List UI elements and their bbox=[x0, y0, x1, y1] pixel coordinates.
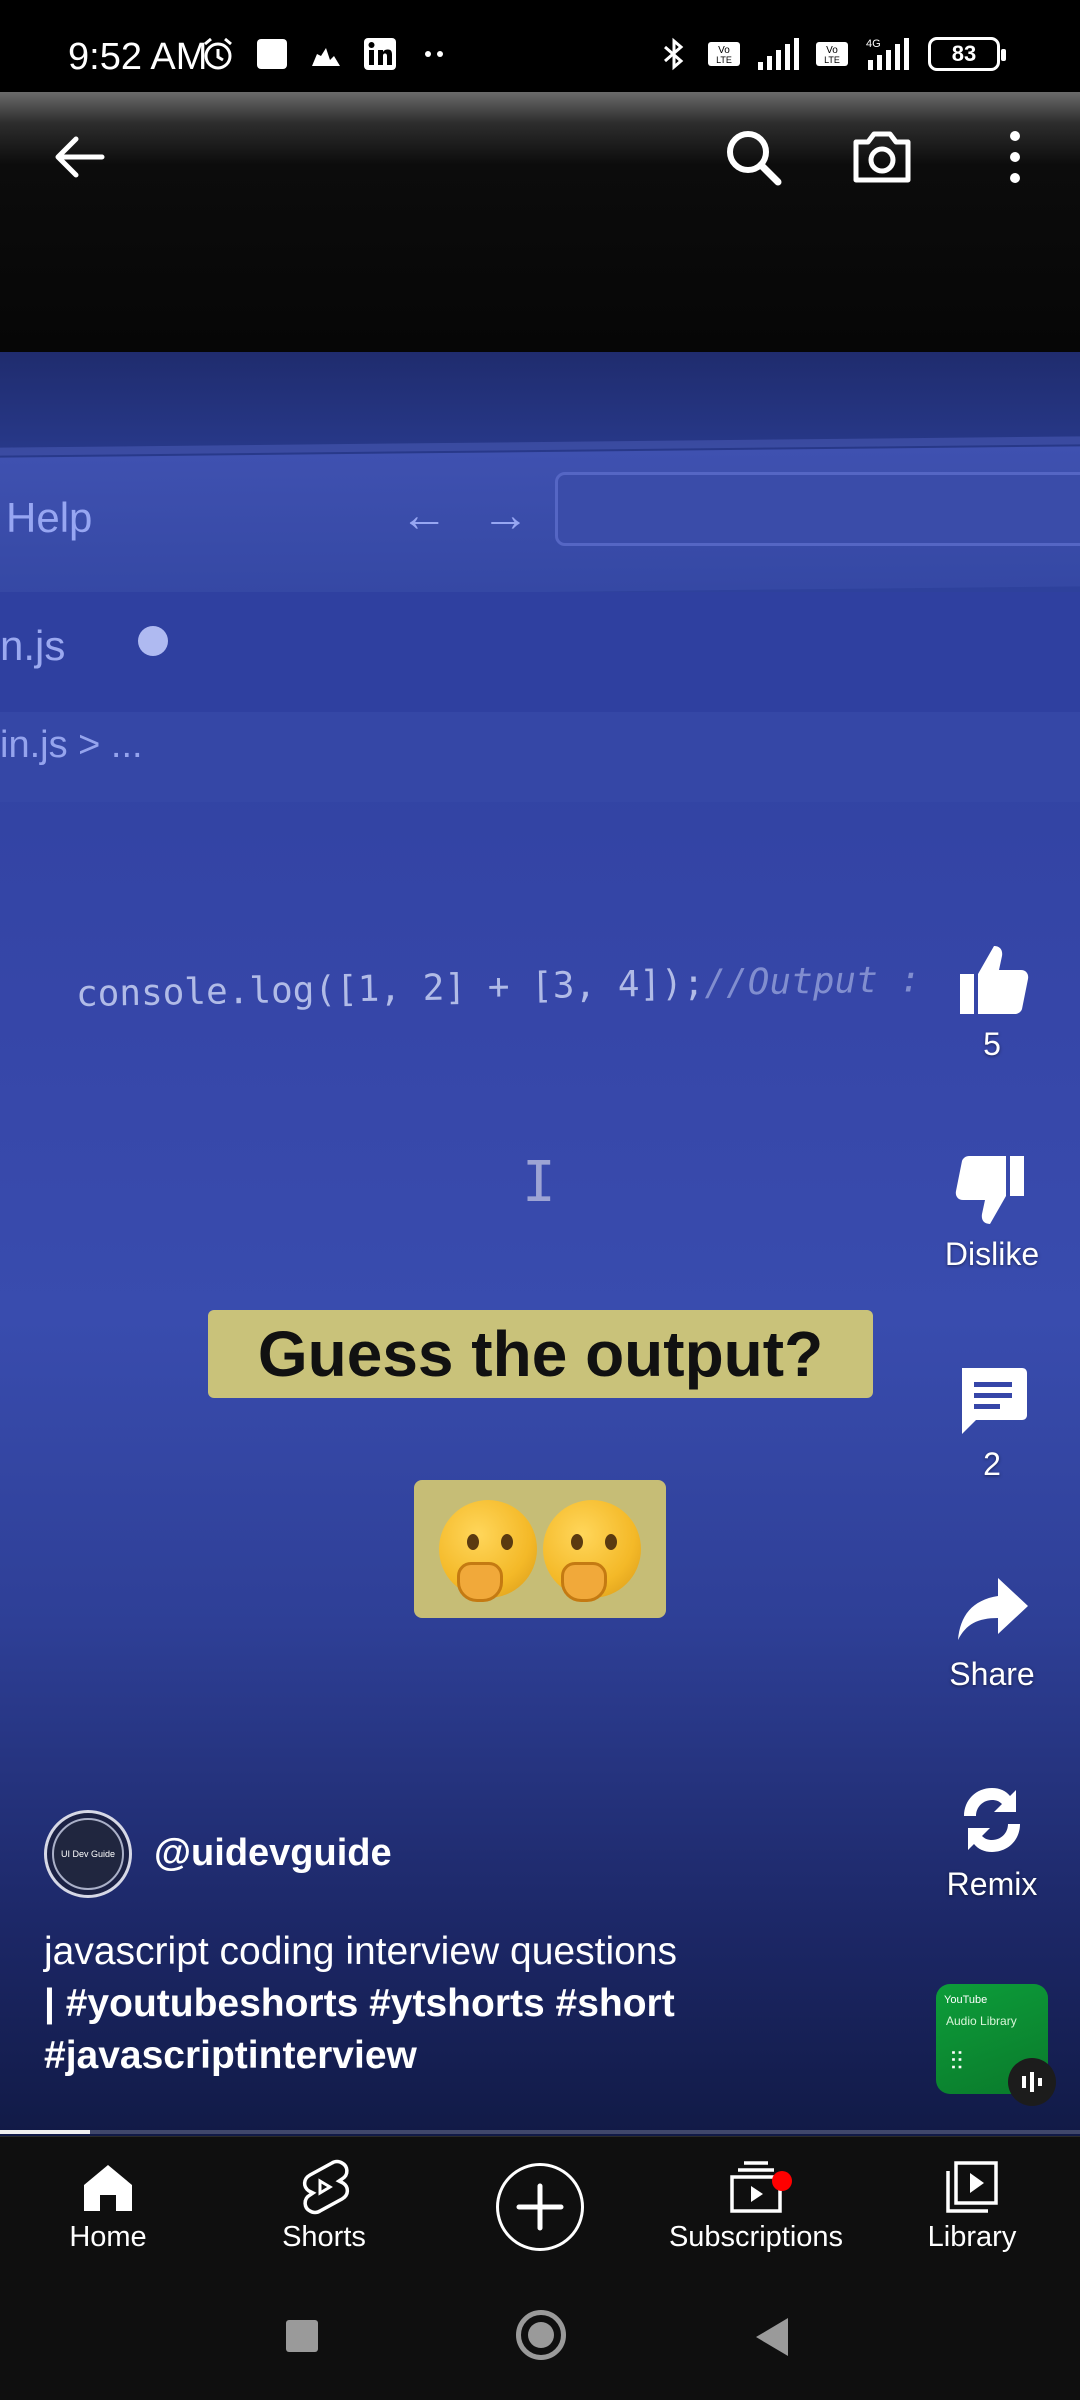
battery-icon: 83 bbox=[928, 37, 1006, 71]
search-button[interactable] bbox=[720, 124, 786, 190]
nav-subscriptions[interactable]: Subscriptions bbox=[646, 2157, 866, 2254]
remix-icon bbox=[964, 1788, 1020, 1852]
more-options-button[interactable] bbox=[995, 124, 1035, 190]
like-count: 5 bbox=[983, 1026, 1001, 1062]
nav-home[interactable]: Home bbox=[0, 2157, 218, 2254]
waveform-icon: ⫶⫶ bbox=[950, 2046, 963, 2076]
editor-tab-filename: n.js bbox=[0, 622, 66, 669]
remix-button[interactable]: Remix bbox=[912, 1782, 1072, 1903]
youtube-brand: YouTube bbox=[944, 1994, 988, 2006]
bottom-navigation: Home Shorts Subscriptions Library bbox=[0, 2136, 1080, 2276]
unsaved-dot bbox=[138, 626, 168, 656]
home-icon bbox=[84, 2165, 132, 2211]
thumb-down-icon bbox=[955, 1156, 1024, 1224]
dislike-label: Dislike bbox=[944, 1236, 1040, 1272]
system-navigation-bar bbox=[0, 2276, 1080, 2400]
alarm-icon bbox=[204, 37, 232, 70]
nav-library-label: Library bbox=[927, 2221, 1017, 2253]
code-statement: console.log([1, 2] + [3, 4]); bbox=[75, 963, 705, 1015]
thumb-up-icon bbox=[960, 946, 1029, 1014]
plus-icon bbox=[516, 2183, 564, 2231]
nav-home-label: Home bbox=[69, 2221, 147, 2253]
svg-text:4G: 4G bbox=[866, 38, 881, 50]
video-progress-fill bbox=[0, 2130, 90, 2134]
text-cursor-icon: I bbox=[522, 1150, 556, 1215]
nav-subscriptions-label: Subscriptions bbox=[668, 2221, 844, 2253]
notification-dot bbox=[772, 2171, 792, 2191]
emoji-box bbox=[414, 1480, 666, 1618]
camera-button[interactable] bbox=[848, 122, 916, 190]
like-button[interactable]: 5 bbox=[912, 942, 1072, 1063]
video-progress-bar[interactable] bbox=[0, 2130, 1080, 2134]
comment-count: 2 bbox=[983, 1446, 1001, 1482]
volte-icon: VoLTE bbox=[816, 42, 848, 66]
recent-apps-button[interactable] bbox=[286, 2320, 318, 2352]
status-time: 9:52 AM bbox=[68, 36, 208, 78]
thinking-face-icon bbox=[543, 1500, 641, 1602]
nav-library[interactable]: Library bbox=[862, 2157, 1080, 2254]
back-system-button[interactable] bbox=[756, 2318, 788, 2356]
caption-box: Guess the output? bbox=[208, 1310, 873, 1398]
status-bar: 9:52 AM Vo LTE Vo LTE 4G 83 bbox=[0, 0, 1080, 92]
signal-icon bbox=[758, 38, 799, 70]
create-button[interactable] bbox=[496, 2163, 584, 2251]
more-dots-icon bbox=[425, 51, 443, 57]
nav-shorts[interactable]: Shorts bbox=[214, 2157, 434, 2254]
video-description[interactable]: javascript coding interview questions | … bbox=[44, 1926, 804, 2082]
channel-avatar[interactable]: UI Dev Guide bbox=[44, 1810, 132, 1898]
back-button[interactable] bbox=[46, 124, 112, 190]
audio-library-label: Audio Library bbox=[946, 2014, 1017, 2028]
4g-signal-icon: 4G bbox=[866, 38, 909, 70]
share-button[interactable]: Share bbox=[912, 1572, 1072, 1693]
editor-breadcrumb-row bbox=[0, 712, 1080, 802]
cloud-icon bbox=[312, 48, 340, 66]
thinking-face-icon bbox=[439, 1500, 537, 1602]
avatar-logo: UI Dev Guide bbox=[52, 1818, 124, 1890]
svg-text:LTE: LTE bbox=[824, 55, 840, 65]
code-comment: //Output : bbox=[704, 959, 922, 1005]
comment-icon bbox=[962, 1368, 1027, 1434]
description-text: javascript coding interview questions bbox=[44, 1930, 677, 1973]
music-bars-icon[interactable] bbox=[1008, 2058, 1056, 2106]
share-label: Share bbox=[949, 1656, 1035, 1692]
bluetooth-icon bbox=[664, 37, 684, 71]
linkedin-icon bbox=[364, 38, 396, 70]
editor-breadcrumb: in.js > ... bbox=[0, 724, 143, 766]
status-left-icons bbox=[200, 36, 452, 72]
remix-label: Remix bbox=[946, 1866, 1038, 1902]
video-top-dark-area bbox=[0, 92, 1080, 352]
description-tags-line2[interactable]: #javascriptinterview bbox=[44, 2034, 417, 2077]
channel-handle[interactable]: @uidevguide bbox=[154, 1832, 392, 1875]
share-arrow-icon bbox=[958, 1578, 1028, 1640]
description-tags-line1[interactable]: | #youtubeshorts #ytshorts #short bbox=[44, 1982, 675, 2025]
status-right-icons: Vo LTE Vo LTE 4G 83 bbox=[656, 36, 1006, 72]
dislike-button[interactable]: Dislike bbox=[912, 1152, 1072, 1273]
svg-text:LTE: LTE bbox=[716, 55, 732, 65]
comments-button[interactable]: 2 bbox=[912, 1362, 1072, 1483]
editor-help-menu: Help bbox=[6, 494, 93, 541]
square-notification-icon bbox=[257, 39, 287, 69]
home-system-button[interactable] bbox=[516, 2310, 566, 2360]
editor-search-box bbox=[555, 472, 1080, 546]
code-line: console.log([1, 2] + [3, 4]);//Output : bbox=[76, 959, 922, 1015]
library-icon bbox=[946, 2161, 998, 2213]
volte-icon: VoLTE bbox=[708, 42, 740, 66]
caption-text: Guess the output? bbox=[257, 1318, 824, 1390]
editor-nav-arrows: ← → bbox=[400, 489, 540, 542]
nav-shorts-label: Shorts bbox=[282, 2221, 366, 2253]
shorts-icon bbox=[302, 2159, 350, 2215]
